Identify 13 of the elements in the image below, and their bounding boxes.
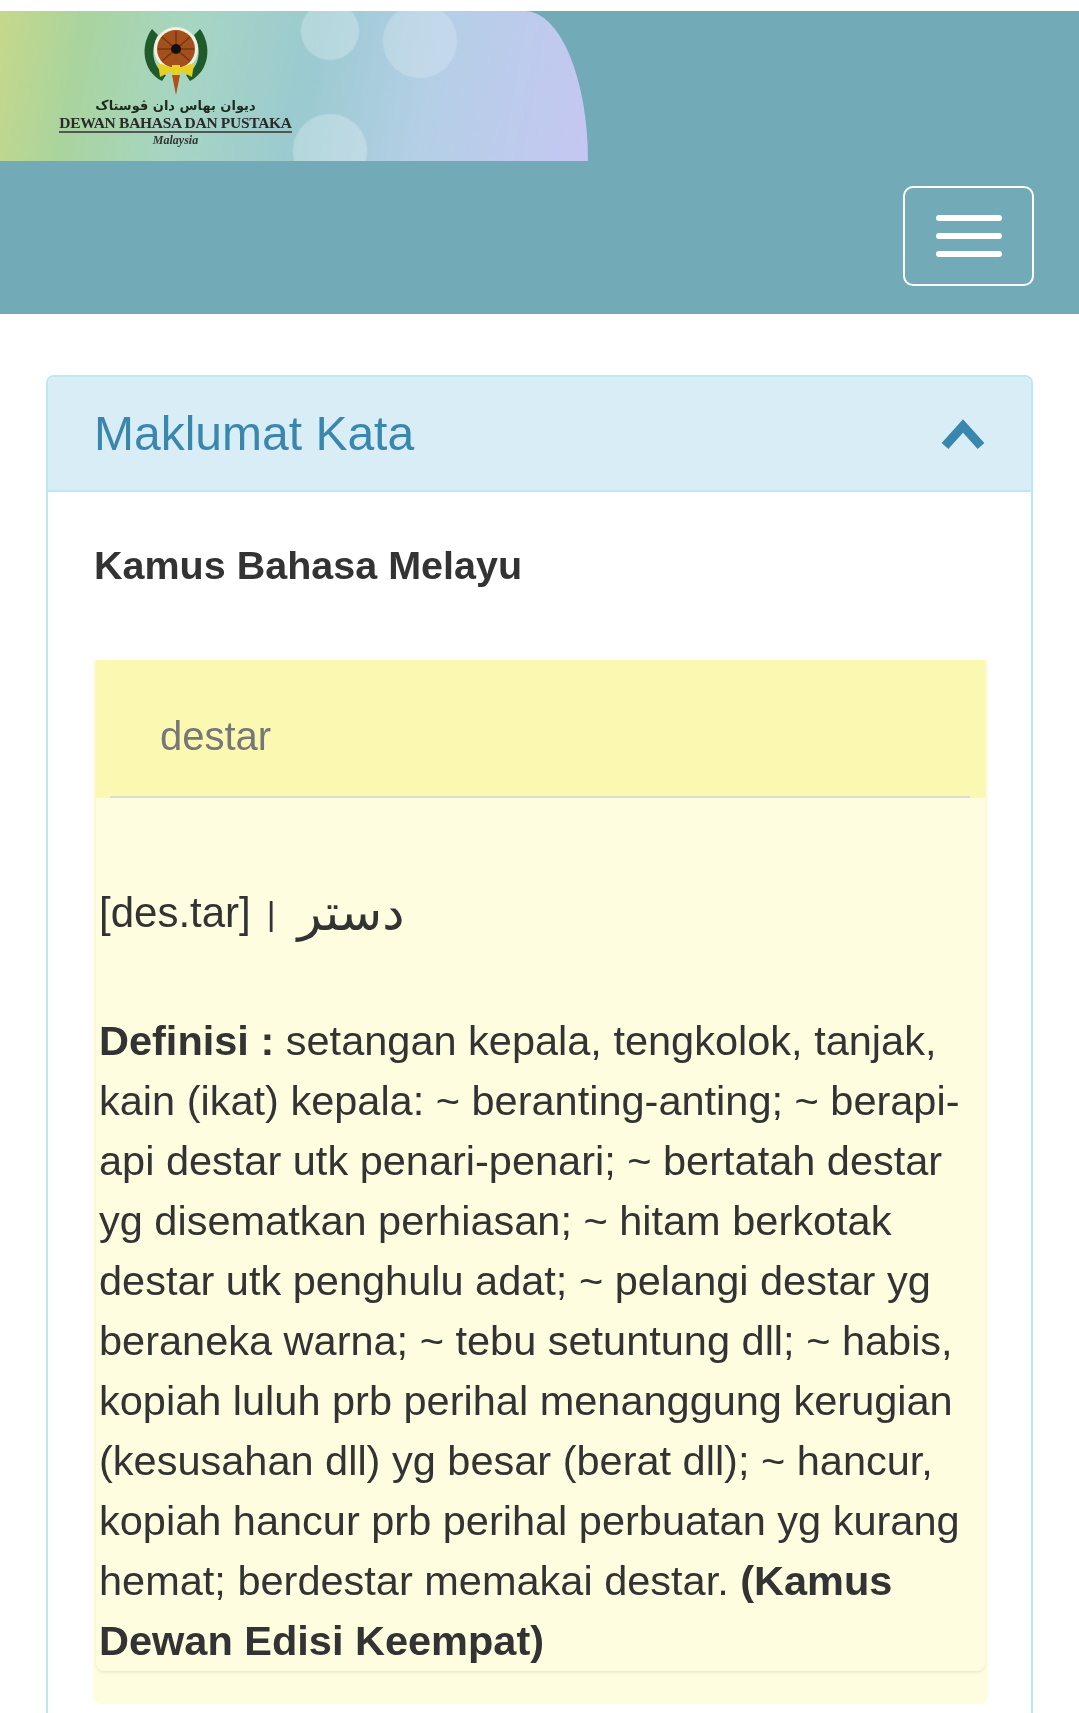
- menu-icon: [935, 215, 1002, 257]
- logo-jawi-text: ديوان بهاس دان ڤوستاک: [95, 97, 256, 114]
- panel-title: Maklumat Kata: [94, 405, 415, 462]
- definition-text: Definisi : setangan kepala, tengkolok, tanjak, kain (ikat) kepala: ~ beranting-anting; ~ berapi-api destar utk penari-penari; ~ bertatah destar yg disematkan perhiasan; ~ hitam berkotak destar utk penghulu adat; ~ pelangi destar yg beraneka warna; ~ tebu setuntung dll; ~ habis, kopiah luluh prb perihal menanggung kerugian (kesusahan dll) yg besar (berat dll); ~ hancur, kopiah hancur prb perihal perbuatan yg kurang hemat; berdestar memakai destar. (Kamus Dewan Edisi Keempat): [99, 1016, 961, 1666]
- headword: destar: [110, 712, 970, 798]
- menu-button[interactable]: [903, 186, 1034, 286]
- logo-country: Malaysia: [152, 133, 199, 148]
- jawi-spelling: دستر: [297, 883, 405, 943]
- separator: |: [266, 893, 276, 934]
- pronunciation: [des.tar]: [99, 888, 251, 938]
- logo-name: DEWAN BAHASA DAN PUSTAKA: [59, 114, 292, 133]
- chevron-up-icon[interactable]: [941, 417, 985, 450]
- dictionary-name: Kamus Bahasa Melayu: [94, 542, 524, 588]
